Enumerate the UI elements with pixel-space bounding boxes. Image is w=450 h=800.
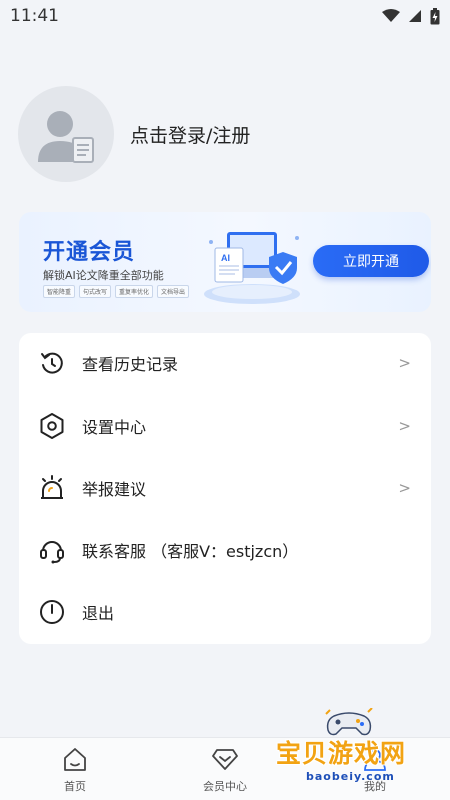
banner-tag: 文档导出: [157, 285, 190, 298]
watermark-text: 宝贝游戏网: [276, 739, 407, 768]
banner-title: 开通会员: [43, 240, 136, 265]
banner-tag: 句式改写: [79, 285, 112, 298]
nav-label: 会员中心: [203, 780, 247, 793]
laptop-shield-illustration: AI: [204, 232, 300, 304]
watermark-url: baobeiy.com: [306, 770, 395, 783]
headset-icon: [40, 541, 64, 564]
banner-tags: 智能降重 句式改写 重复率优化 文档导出: [43, 285, 190, 298]
activate-membership-button[interactable]: 立即开通: [313, 245, 429, 277]
login-register-link[interactable]: 点击登录/注册: [130, 121, 250, 148]
menu-item-label: 联系客服 （客服V：estjzcn）: [82, 542, 299, 561]
menu-item-label: 查看历史记录: [82, 355, 179, 374]
status-time: 11:41: [10, 6, 59, 26]
menu-item-settings[interactable]: 设置中心 >: [19, 401, 431, 451]
settings-icon: [40, 413, 64, 439]
home-icon: [64, 748, 86, 771]
menu-item-label: 举报建议: [82, 480, 147, 499]
menu-item-report[interactable]: 举报建议 >: [19, 463, 431, 513]
battery-icon: [430, 7, 440, 24]
banner-subtitle: 解锁AI论文降重全部功能: [43, 269, 164, 282]
power-icon: [40, 600, 64, 624]
chevron-right-icon: >: [398, 479, 411, 497]
ai-badge-text: AI: [221, 253, 230, 263]
user-avatar-icon: [38, 111, 94, 163]
nav-item-home[interactable]: 首页: [0, 738, 150, 800]
signal-icon: [409, 10, 421, 22]
avatar[interactable]: [18, 86, 114, 182]
chevron-right-icon: >: [398, 354, 411, 372]
banner-tag: 智能降重: [43, 285, 76, 298]
menu-card: 查看历史记录 > 设置中心 > 举报建议 > 联系客服 （客服V：estjzcn…: [19, 333, 431, 644]
menu-item-logout[interactable]: 退出: [19, 587, 431, 637]
menu-item-label: 退出: [82, 604, 115, 623]
watermark: 宝贝游戏网 baobeiy.com: [272, 708, 450, 800]
chevron-right-icon: >: [398, 417, 411, 435]
status-bar: 11:41: [0, 0, 450, 32]
wifi-icon: [382, 9, 400, 22]
menu-item-history[interactable]: 查看历史记录 >: [19, 338, 431, 388]
membership-banner[interactable]: 开通会员 解锁AI论文降重全部功能 智能降重 句式改写 重复率优化 文档导出 A…: [19, 212, 431, 312]
nav-label: 首页: [64, 780, 86, 793]
history-icon: [41, 352, 63, 374]
status-icons: [382, 7, 440, 25]
profile-header[interactable]: 点击登录/注册: [18, 84, 250, 184]
menu-item-customer-service[interactable]: 联系客服 （客服V：estjzcn）: [19, 525, 431, 575]
alarm-icon: [41, 475, 63, 499]
menu-item-label: 设置中心: [82, 418, 147, 437]
diamond-icon: [212, 749, 238, 770]
banner-tag: 重复率优化: [115, 285, 154, 298]
